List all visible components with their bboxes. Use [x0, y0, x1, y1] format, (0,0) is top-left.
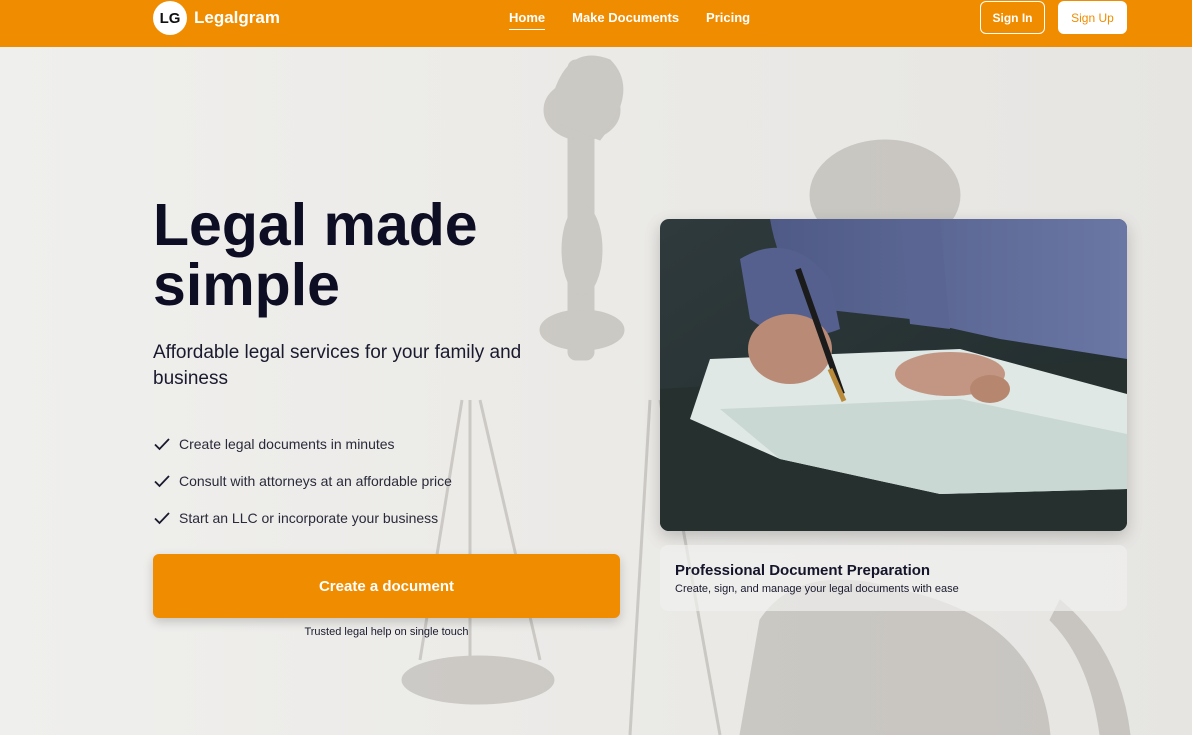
hero-title: Legal made simple: [153, 192, 478, 318]
feature-list: Create legal documents in minutes Consul…: [153, 425, 452, 536]
logo[interactable]: LG Legalgram: [153, 1, 280, 35]
hero-subtitle: Affordable legal services for your famil…: [153, 342, 522, 389]
feature-item: Create legal documents in minutes: [153, 425, 452, 462]
feature-caption-card: Professional Document Preparation Create…: [660, 545, 1127, 611]
nav-home[interactable]: Home: [509, 10, 546, 30]
feature-text: Create legal documents in minutes: [179, 435, 395, 452]
sign-up-button[interactable]: Sign Up: [1058, 1, 1127, 34]
feature-item: Consult with attorneys at an affordable …: [153, 462, 452, 499]
check-icon: [154, 511, 170, 524]
check-icon: [154, 437, 170, 450]
brand-name: Legalgram: [194, 8, 280, 27]
check-icon: [154, 474, 170, 487]
feature-text: Consult with attorneys at an affordable …: [179, 472, 452, 489]
caption-title: Professional Document Preparation: [675, 562, 931, 579]
nav-make-documents[interactable]: Make Documents: [572, 10, 679, 30]
sign-in-button[interactable]: Sign In: [980, 1, 1045, 34]
feature-item: Start an LLC or incorporate your busines…: [153, 499, 452, 536]
create-document-button[interactable]: Create a document: [153, 554, 620, 618]
feature-text: Start an LLC or incorporate your busines…: [179, 509, 439, 526]
top-navbar: LG Legalgram Home Make Documents Pricing…: [0, 0, 1192, 47]
caption-text: Create, sign, and manage your legal docu…: [675, 583, 959, 595]
main-nav: Home Make Documents Pricing: [509, 10, 777, 30]
cta-note: Trusted legal help on single touch: [304, 626, 469, 638]
nav-pricing[interactable]: Pricing: [706, 10, 750, 30]
logo-badge: LG: [153, 1, 187, 35]
signing-document-photo: [660, 219, 1127, 531]
